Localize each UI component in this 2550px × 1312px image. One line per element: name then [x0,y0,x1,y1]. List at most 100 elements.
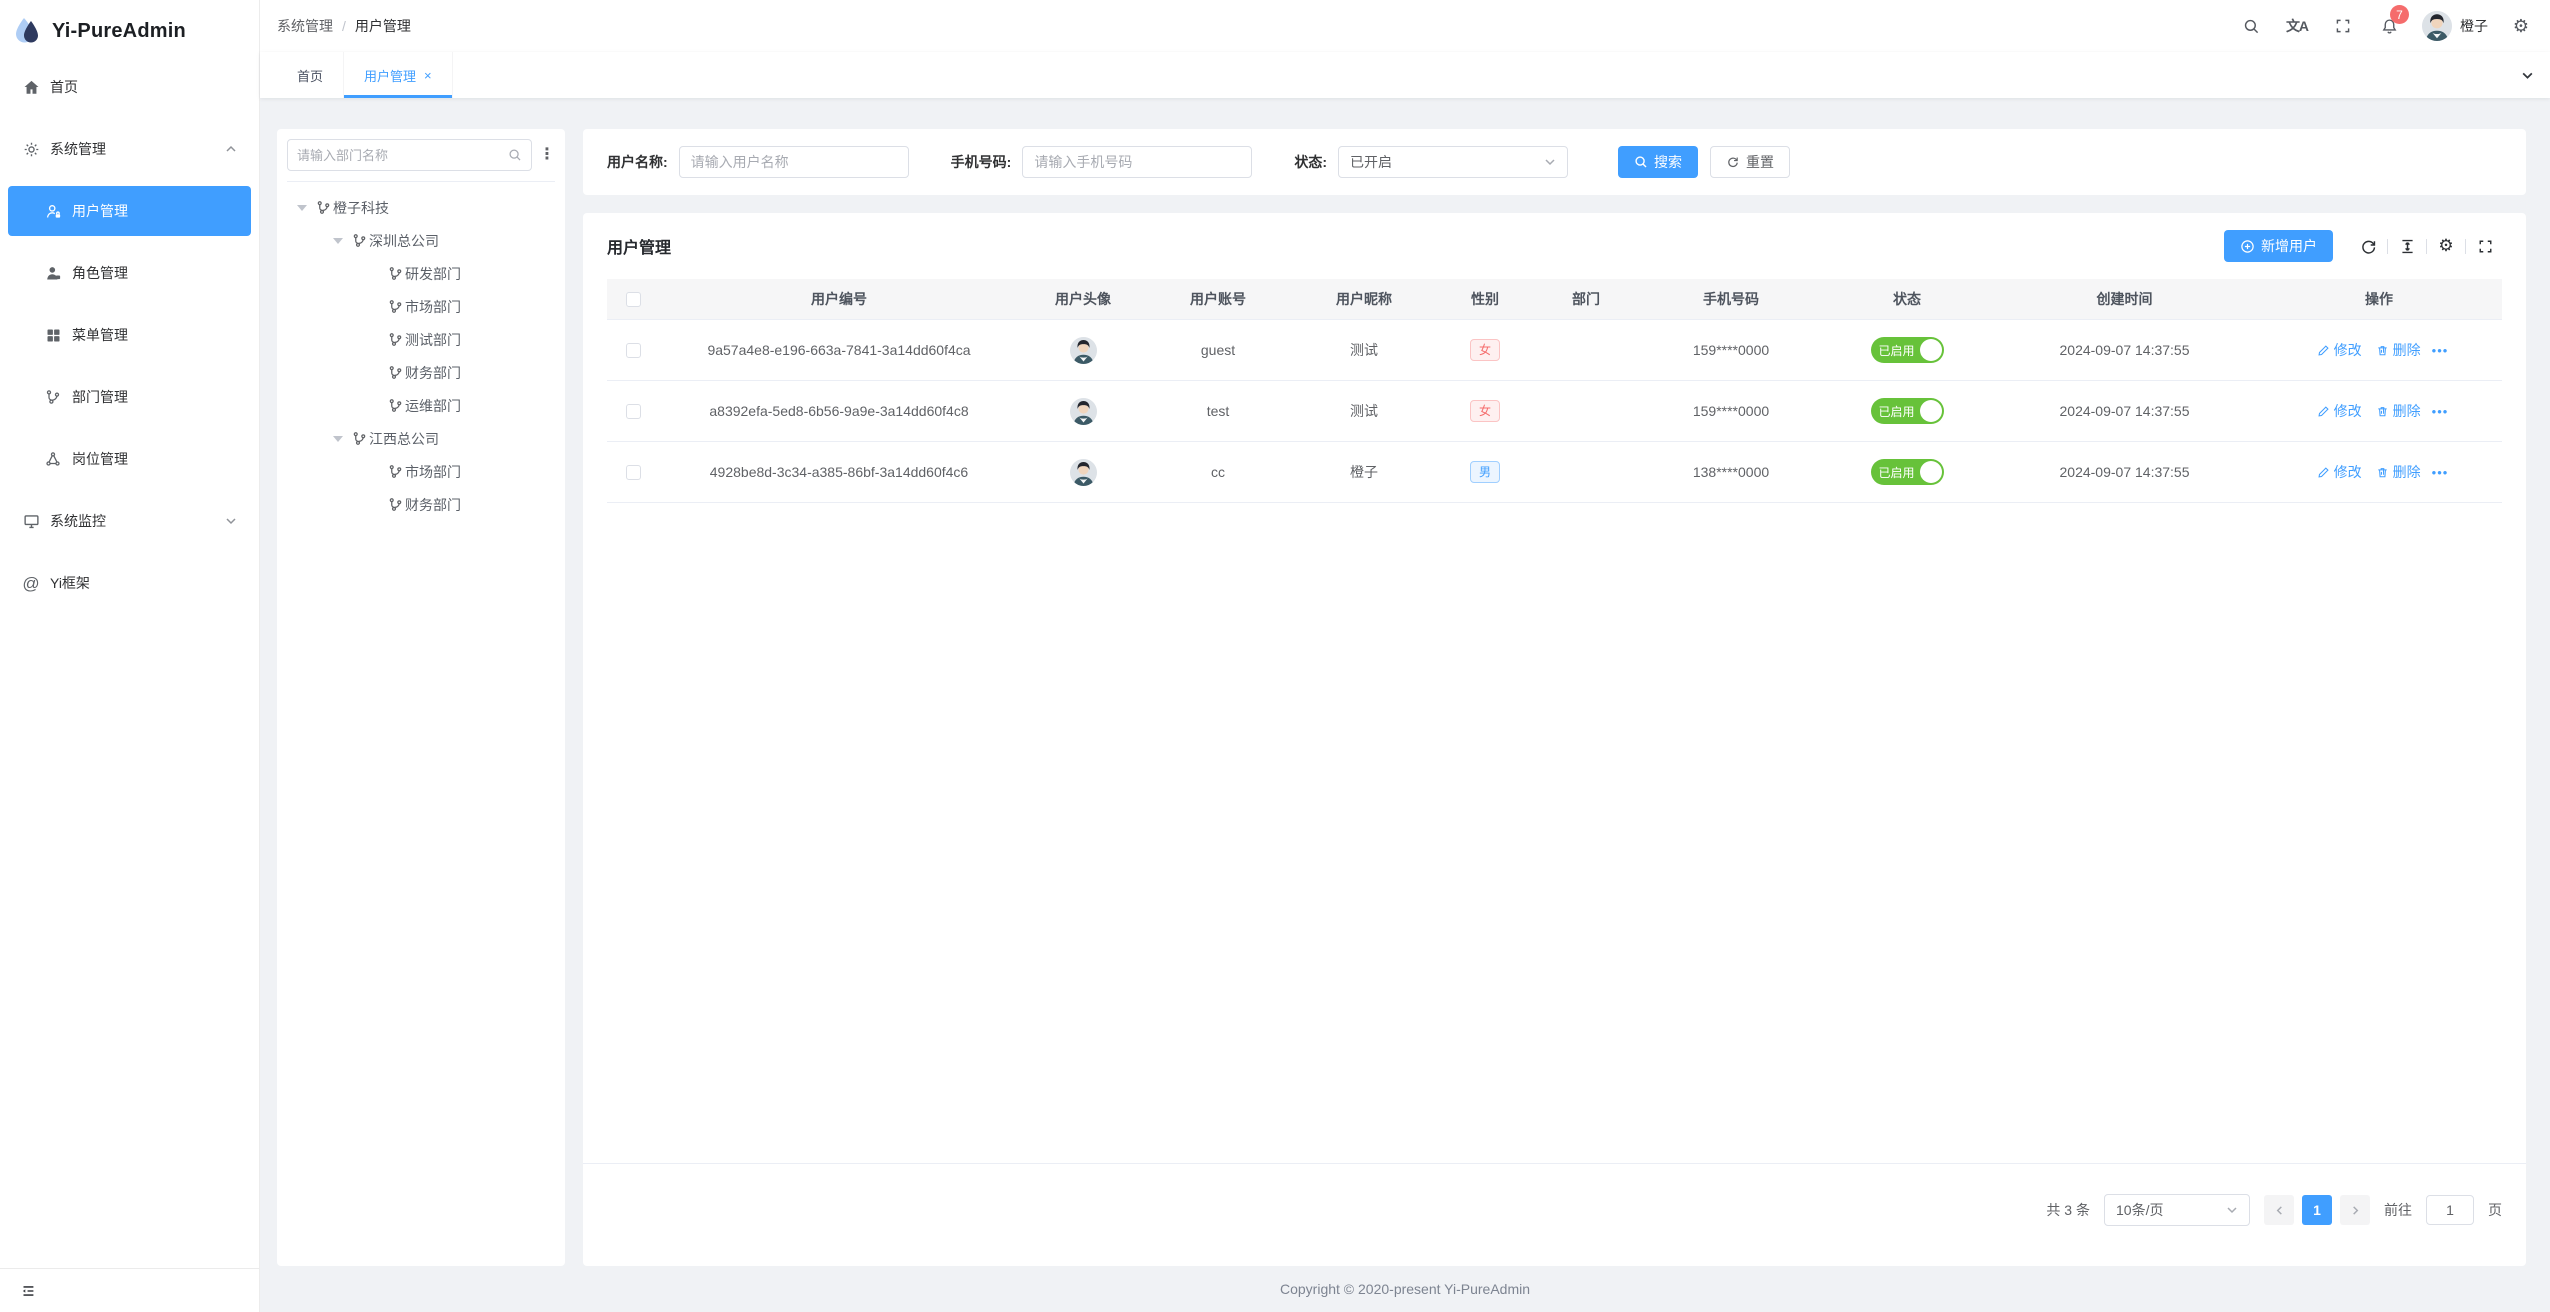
column-header: 操作 [2256,289,2502,309]
prev-page-chevron-icon[interactable] [2264,1195,2294,1225]
collapse-sidebar-icon[interactable] [19,1282,37,1300]
sidebar-item-roles[interactable]: 角色管理 [8,248,251,298]
row-density-icon[interactable] [2390,230,2424,262]
edit-link[interactable]: 修改 [2317,340,2362,360]
fullscreen-icon[interactable] [2320,0,2366,52]
phone-input[interactable] [1022,146,1252,178]
sidebar-item-users[interactable]: 用户管理 [8,186,251,236]
kebab-menu-icon[interactable]: ⋮ [539,147,555,163]
tree-node[interactable]: 财务部门 [287,356,555,389]
page-size-select[interactable]: 10条/页 [2104,1194,2250,1226]
more-actions-icon[interactable]: ••• [2432,343,2449,358]
tree-node[interactable]: 市场部门 [287,455,555,488]
username-input[interactable] [679,146,909,178]
tree-node[interactable]: 财务部门 [287,488,555,521]
pagination: 共 3 条 10条/页 1 [583,1163,2526,1266]
caret-down-icon[interactable] [297,205,316,211]
more-actions-icon[interactable]: ••• [2432,404,2449,419]
avatar [1070,459,1097,486]
avatar [1070,337,1097,364]
bell-icon[interactable]: 7 [2366,0,2412,52]
translate-icon[interactable]: 文A [2274,0,2320,52]
gear-icon [22,140,40,158]
tab-user-management[interactable]: 用户管理 × [344,52,453,98]
delete-link[interactable]: 删除 [2376,401,2421,421]
breadcrumb: 系统管理 / 用户管理 [277,16,411,36]
trash-icon [2376,344,2389,357]
goto-page-input[interactable] [2426,1195,2474,1225]
search-button[interactable]: 搜索 [1618,146,1698,178]
delete-link[interactable]: 删除 [2376,462,2421,482]
table-fullscreen-icon[interactable] [2468,230,2502,262]
column-header: 用户昵称 [1289,289,1439,309]
status-toggle[interactable]: 已启用 [1871,459,1944,485]
caret-down-icon[interactable] [333,436,352,442]
search-icon[interactable] [2228,0,2274,52]
select-all-checkbox[interactable] [626,292,641,307]
sidebar-item-menus[interactable]: 菜单管理 [8,310,251,360]
breadcrumb-item[interactable]: 系统管理 [277,16,333,36]
edit-link[interactable]: 修改 [2317,401,2362,421]
tab-home[interactable]: 首页 [277,52,344,98]
tree-node[interactable]: 测试部门 [287,323,555,356]
tree-node[interactable]: 深圳总公司 [287,224,555,257]
delete-link[interactable]: 删除 [2376,340,2421,360]
logo-area[interactable]: Yi-PureAdmin [0,0,259,62]
next-page-chevron-icon[interactable] [2340,1195,2370,1225]
avatar [2422,11,2452,41]
row-checkbox[interactable] [626,465,641,480]
user-id: 4928be8d-3c34-a385-86bf-3a14dd60f4c6 [659,464,1019,480]
top-header: 系统管理 / 用户管理 文A 7 [260,0,2550,52]
tab-more-chevron-icon[interactable] [2504,52,2550,98]
sidebar-item-posts[interactable]: 岗位管理 [8,434,251,484]
tree-search-input[interactable] [297,148,508,163]
sidebar-group-system[interactable]: 系统管理 [8,124,251,174]
refresh-icon [1726,155,1740,169]
column-header: 用户头像 [1019,289,1147,309]
user-nickname: 测试 [1289,340,1439,360]
main-panel: 用户名称: 手机号码: 状态: 已开启 [583,129,2526,1266]
user-id: 9a57a4e8-e196-663a-7841-3a14dd60f4ca [659,342,1019,358]
edit-link[interactable]: 修改 [2317,462,2362,482]
page-buttons: 1 [2264,1195,2370,1225]
pagination-total: 共 3 条 [2046,1200,2090,1220]
reset-button[interactable]: 重置 [1710,146,1790,178]
settings-gear-icon[interactable]: ⚙ [2498,0,2544,52]
gender-tag: 男 [1470,461,1500,483]
sidebar-item-departments[interactable]: 部门管理 [8,372,251,422]
tree-node[interactable]: 研发部门 [287,257,555,290]
add-user-button[interactable]: 新增用户 [2224,230,2333,262]
sidebar-item-framework[interactable]: @ Yi框架 [8,558,251,608]
caret-down-icon[interactable] [333,238,352,244]
row-checkbox[interactable] [626,343,641,358]
page-unit-label: 页 [2488,1200,2502,1220]
tree-node[interactable]: 橙子科技 [287,191,555,224]
status-toggle[interactable]: 已启用 [1871,337,1944,363]
tree-node[interactable]: 市场部门 [287,290,555,323]
tree-node[interactable]: 运维部门 [287,389,555,422]
refresh-icon[interactable] [2351,230,2385,262]
user-lock-icon [44,202,62,220]
department-icon [388,398,403,413]
avatar [1070,398,1097,425]
header-actions: 文A 7 橙子 ⚙ [2228,0,2550,52]
column-settings-gear-icon[interactable]: ⚙ [2429,230,2463,262]
tab-close-icon[interactable]: × [424,68,432,83]
status-select-value: 已开启 [1350,152,1544,172]
status-toggle[interactable]: 已启用 [1871,398,1944,424]
tree-node[interactable]: 江西总公司 [287,422,555,455]
more-actions-icon[interactable]: ••• [2432,465,2449,480]
tab-label: 首页 [297,66,323,85]
sidebar-group-monitor[interactable]: 系统监控 [8,496,251,546]
tree-node-label: 深圳总公司 [369,231,439,251]
sidebar-item-home[interactable]: 首页 [8,62,251,112]
sidebar-item-label: 部门管理 [72,387,128,407]
tree-node-label: 市场部门 [405,297,461,317]
user-menu[interactable]: 橙子 [2412,0,2498,52]
current-page-button[interactable]: 1 [2302,1195,2332,1225]
waterdrop-logo-icon [13,15,43,47]
filter-bar: 用户名称: 手机号码: 状态: 已开启 [583,129,2526,195]
status-select[interactable]: 已开启 [1338,146,1568,178]
row-checkbox[interactable] [626,404,641,419]
sidebar-collapse-bar [0,1268,259,1312]
